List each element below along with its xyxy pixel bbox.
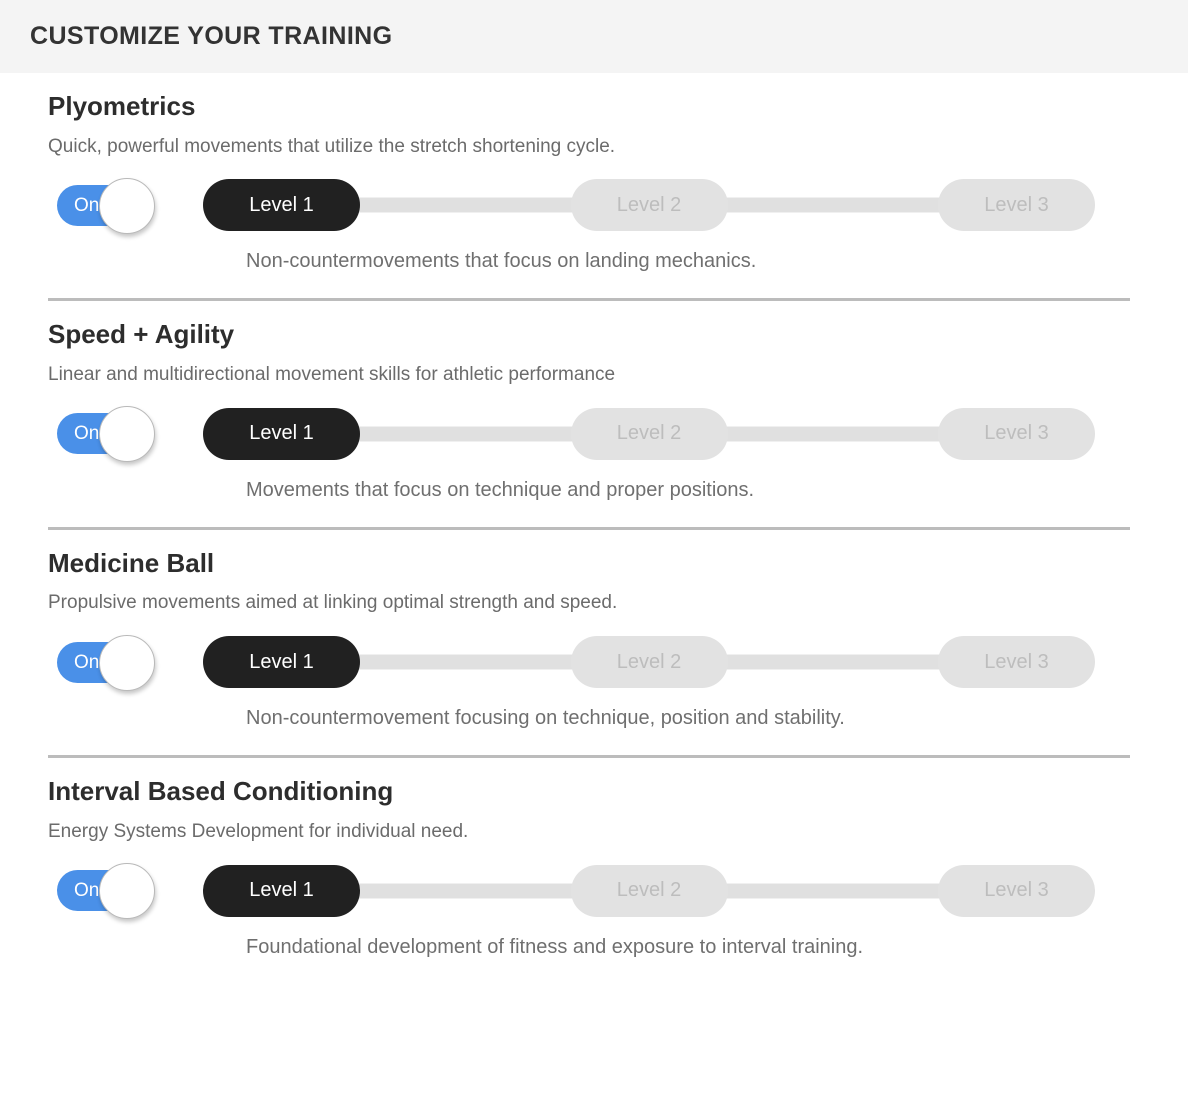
section-content: Medicine Ball Propulsive movements aimed … (0, 530, 1188, 730)
training-section-medicine-ball: Medicine Ball Propulsive movements aimed … (0, 530, 1188, 759)
training-section-speed-agility: Speed + Agility Linear and multidirection… (0, 301, 1188, 530)
customize-training-page: CUSTOMIZE YOUR TRAINING Plyometrics Quick… (0, 0, 1188, 1100)
level-option-1[interactable]: Level 1 (203, 636, 360, 689)
level-option-3[interactable]: Level 3 (938, 864, 1095, 917)
level-description: Non-countermovement focusing on techniqu… (246, 707, 845, 730)
enable-toggle-medicine-ball[interactable]: On (57, 634, 155, 691)
level-option-2[interactable]: Level 2 (570, 407, 728, 460)
toggle-state-label: On (74, 880, 100, 902)
level-selector-medicine-ball: Level 1 Level 2 Level 3 (203, 636, 1095, 689)
level-option-3[interactable]: Level 3 (938, 179, 1095, 232)
level-selector-plyometrics: Level 1 Level 2 Level 3 (203, 179, 1095, 232)
training-section-plyometrics: Plyometrics Quick, powerful movements tha… (0, 73, 1188, 302)
level-selector-speed-agility: Level 1 Level 2 Level 3 (203, 407, 1095, 460)
training-section-interval-based-conditioning: Interval Based Conditioning Energy System… (0, 758, 1188, 958)
level-selector-interval-based-conditioning: Level 1 Level 2 Level 3 (203, 864, 1095, 917)
enable-toggle-interval-based-conditioning[interactable]: On (57, 863, 155, 920)
section-title: Medicine Ball (48, 547, 215, 578)
section-controls: On Level 1 Level 2 Level 3 (48, 863, 1188, 920)
section-controls: On Level 1 Level 2 Level 3 (48, 406, 1188, 463)
section-description: Propulsive movements aimed at linking op… (48, 592, 618, 614)
page-title: CUSTOMIZE YOUR TRAINING (30, 22, 393, 50)
toggle-state-label: On (74, 423, 100, 445)
level-option-1[interactable]: Level 1 (203, 407, 360, 460)
section-description: Quick, powerful movements that utilize t… (48, 135, 616, 157)
toggle-knob[interactable] (99, 863, 155, 920)
level-option-1[interactable]: Level 1 (203, 864, 360, 917)
section-title: Interval Based Conditioning (48, 776, 394, 807)
toggle-knob[interactable] (99, 406, 155, 463)
toggle-knob[interactable] (99, 634, 155, 691)
level-description: Non-countermovements that focus on landi… (246, 250, 757, 273)
section-content: Plyometrics Quick, powerful movements tha… (0, 73, 1188, 273)
level-option-3[interactable]: Level 3 (938, 407, 1095, 460)
training-sections-list: Plyometrics Quick, powerful movements tha… (0, 73, 1188, 959)
section-content: Speed + Agility Linear and multidirection… (0, 301, 1188, 501)
toggle-state-label: On (74, 651, 100, 673)
section-content: Interval Based Conditioning Energy System… (0, 758, 1188, 958)
enable-toggle-plyometrics[interactable]: On (57, 177, 155, 234)
level-option-2[interactable]: Level 2 (570, 864, 728, 917)
level-option-2[interactable]: Level 2 (570, 179, 728, 232)
level-description: Movements that focus on technique and pr… (246, 478, 755, 501)
section-controls: On Level 1 Level 2 Level 3 (48, 634, 1188, 691)
level-option-1[interactable]: Level 1 (203, 179, 360, 232)
section-description: Energy Systems Development for individua… (48, 820, 469, 842)
section-controls: On Level 1 Level 2 Level 3 (48, 177, 1188, 234)
toggle-state-label: On (74, 194, 100, 216)
level-description: Foundational development of fitness and … (246, 935, 864, 958)
enable-toggle-speed-agility[interactable]: On (57, 406, 155, 463)
level-option-2[interactable]: Level 2 (570, 636, 728, 689)
section-title: Plyometrics (48, 91, 196, 121)
toggle-knob[interactable] (99, 177, 155, 234)
level-option-3[interactable]: Level 3 (938, 636, 1095, 689)
section-title: Speed + Agility (48, 319, 235, 350)
section-description: Linear and multidirectional movement ski… (48, 364, 616, 386)
page-header: CUSTOMIZE YOUR TRAINING (0, 0, 1188, 73)
